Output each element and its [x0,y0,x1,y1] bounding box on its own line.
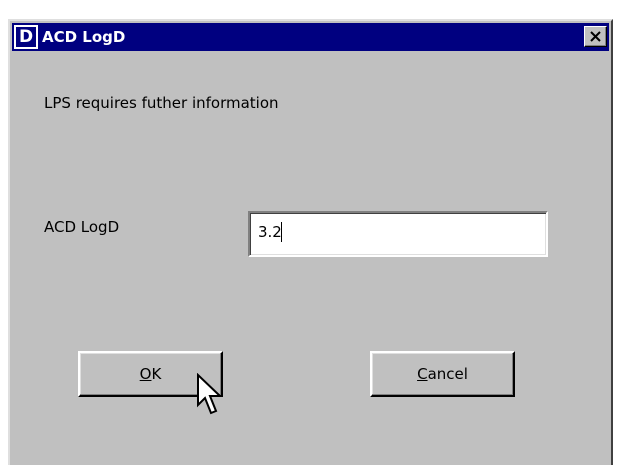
close-icon [590,31,601,42]
cancel-button[interactable]: Cancel [370,351,515,397]
cancel-mnemonic: C [417,365,428,383]
ok-label-rest: K [151,365,162,383]
title-bar[interactable]: D ACD LogD [12,23,609,51]
prompt-text: LPS requires futher information [44,94,279,112]
cancel-label-rest: ancel [427,365,468,383]
ok-mnemonic: O [139,365,152,383]
app-icon[interactable]: D [14,25,38,49]
logd-input-value: 3.2 [258,223,282,241]
text-caret [281,222,282,242]
app-icon-letter: D [16,27,36,47]
mouse-pointer-icon [197,373,222,415]
close-button[interactable] [584,26,607,47]
window-title: ACD LogD [42,28,126,46]
logd-field-label: ACD LogD [44,218,120,236]
logd-input[interactable]: 3.2 [248,211,548,257]
dialog-window: D ACD LogD LPS requires futher informati… [8,19,613,465]
